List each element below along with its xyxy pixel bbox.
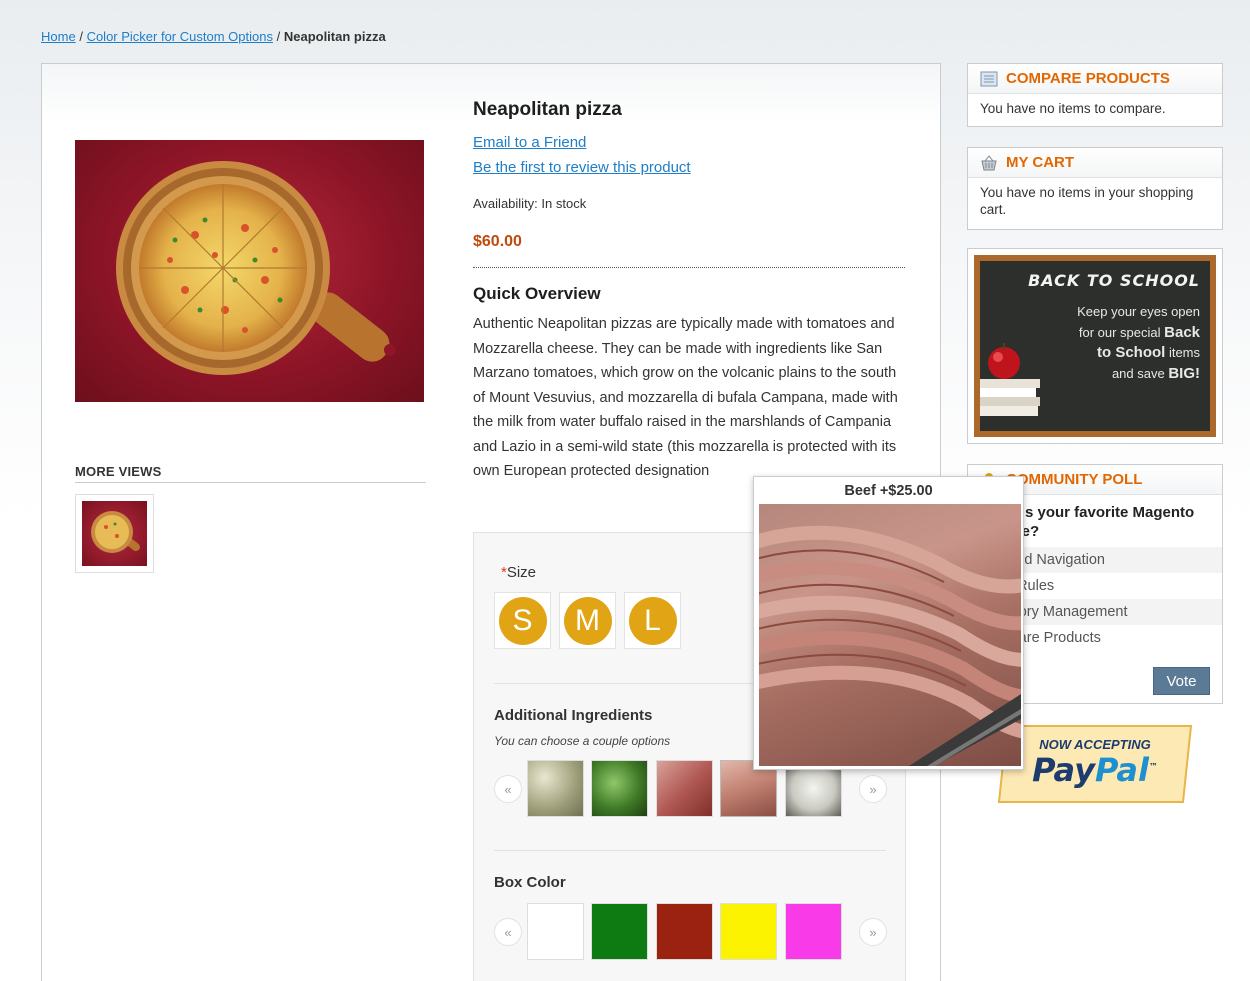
ingredient-option-cheese[interactable] — [527, 760, 584, 817]
ingredient-preview-popup: Beef +$25.00 — [753, 476, 1024, 770]
price-divider — [473, 267, 905, 268]
community-poll-title: COMMUNITY POLL — [1006, 471, 1143, 488]
options-divider — [494, 850, 886, 851]
size-option-label: *Size — [501, 564, 536, 581]
ingredients-next-button[interactable]: » — [859, 775, 887, 803]
ingredients-prev-button[interactable]: « — [494, 775, 522, 803]
box-color-next-button[interactable]: » — [859, 918, 887, 946]
chalkboard-frame: BACK TO SCHOOL Keep your eyes open for o… — [974, 255, 1216, 437]
breadcrumb-current: Neapolitan pizza — [283, 29, 386, 44]
write-review-link[interactable]: Be the first to review this product — [473, 159, 691, 176]
quick-overview-title: Quick Overview — [473, 284, 601, 303]
size-option-s[interactable]: S — [494, 592, 551, 649]
bts-line-3-bold: to School — [1097, 344, 1166, 361]
breadcrumb-home-link[interactable]: Home — [41, 29, 76, 44]
ingredient-option-ham[interactable] — [656, 760, 713, 817]
more-views-title: MORE VIEWS — [75, 464, 426, 483]
bts-line-2-bold: Back — [1164, 323, 1200, 341]
color-swatch-yellow[interactable] — [720, 903, 777, 960]
quick-overview-text: Authentic Neapolitan pizzas are typicall… — [473, 316, 898, 479]
my-cart-header: MY CART — [968, 148, 1222, 178]
box-color-prev-button[interactable]: « — [494, 918, 522, 946]
breadcrumb-separator: / — [276, 29, 281, 44]
availability-label: Availability: — [473, 196, 538, 211]
color-swatch-white[interactable] — [527, 903, 584, 960]
color-swatch-dark-red[interactable] — [656, 903, 713, 960]
back-to-school-banner[interactable]: BACK TO SCHOOL Keep your eyes open for o… — [967, 248, 1223, 444]
size-option-m-label: M — [563, 596, 612, 645]
paypal-trademark: ™ — [1148, 762, 1158, 773]
back-to-school-text: Keep your eyes open for our special Back… — [1077, 302, 1200, 384]
size-option-l-label: L — [628, 596, 677, 645]
now-accepting-text: NOW ACCEPTING — [1039, 737, 1151, 752]
chalkboard: BACK TO SCHOOL Keep your eyes open for o… — [980, 261, 1210, 431]
compare-products-text: You have no items to compare. — [980, 101, 1166, 116]
product-main-image[interactable] — [75, 140, 424, 402]
size-option-m[interactable]: M — [559, 592, 616, 649]
bts-line-3-post: items — [1165, 345, 1200, 360]
apple-and-books-icon — [980, 343, 1040, 416]
size-option-s-label: S — [498, 596, 547, 645]
popup-caption: Beef +$25.00 — [844, 483, 933, 499]
availability-value: In stock — [541, 196, 587, 211]
beef-preview-image — [759, 504, 1021, 766]
paypal-logo-pay: Pay — [1032, 751, 1095, 789]
color-swatch-green[interactable] — [591, 903, 648, 960]
my-cart-text: You have no items in your shopping cart. — [980, 185, 1194, 217]
breadcrumb-category-link[interactable]: Color Picker for Custom Options — [87, 29, 273, 44]
paypal-logo-pal: Pal — [1094, 751, 1149, 789]
product-price: $60.00 — [473, 233, 522, 250]
ingredients-note: You can choose a couple options — [494, 734, 671, 748]
email-to-friend-link[interactable]: Email to a Friend — [473, 134, 586, 151]
vote-button[interactable]: Vote — [1153, 667, 1210, 695]
compare-list-icon — [980, 71, 998, 86]
breadcrumb: Home / Color Picker for Custom Options /… — [41, 29, 386, 44]
more-views-thumbnail[interactable] — [75, 494, 154, 573]
compare-products-header: COMPARE PRODUCTS — [968, 64, 1222, 94]
bts-line-1: Keep your eyes open — [1077, 304, 1200, 319]
paypal-logo: PayPal™ — [995, 751, 1195, 789]
size-label-text: Size — [506, 564, 537, 581]
ingredients-title: Additional Ingredients — [494, 707, 653, 724]
box-color-title: Box Color — [494, 874, 566, 891]
cart-basket-icon — [981, 154, 997, 170]
ingredient-option-greens[interactable] — [591, 760, 648, 817]
compare-products-title: COMPARE PRODUCTS — [1006, 70, 1170, 87]
breadcrumb-separator: / — [79, 29, 83, 44]
bts-line-4-pre: and save — [1111, 365, 1169, 381]
availability: Availability: In stock — [473, 196, 586, 211]
my-cart-block: MY CART You have no items in your shoppi… — [967, 147, 1223, 230]
product-title: Neapolitan pizza — [473, 99, 622, 120]
bts-line-4-bold: BIG! — [1168, 364, 1200, 382]
color-swatch-magenta[interactable] — [785, 903, 842, 960]
paypal-badge[interactable]: NOW ACCEPTING PayPal™ — [995, 724, 1195, 804]
back-to-school-title: BACK TO SCHOOL — [1028, 271, 1200, 290]
compare-products-block: COMPARE PRODUCTS You have no items to co… — [967, 63, 1223, 127]
bts-line-2-pre: for our special — [1078, 324, 1165, 340]
my-cart-title: MY CART — [1006, 154, 1075, 171]
size-option-l[interactable]: L — [624, 592, 681, 649]
